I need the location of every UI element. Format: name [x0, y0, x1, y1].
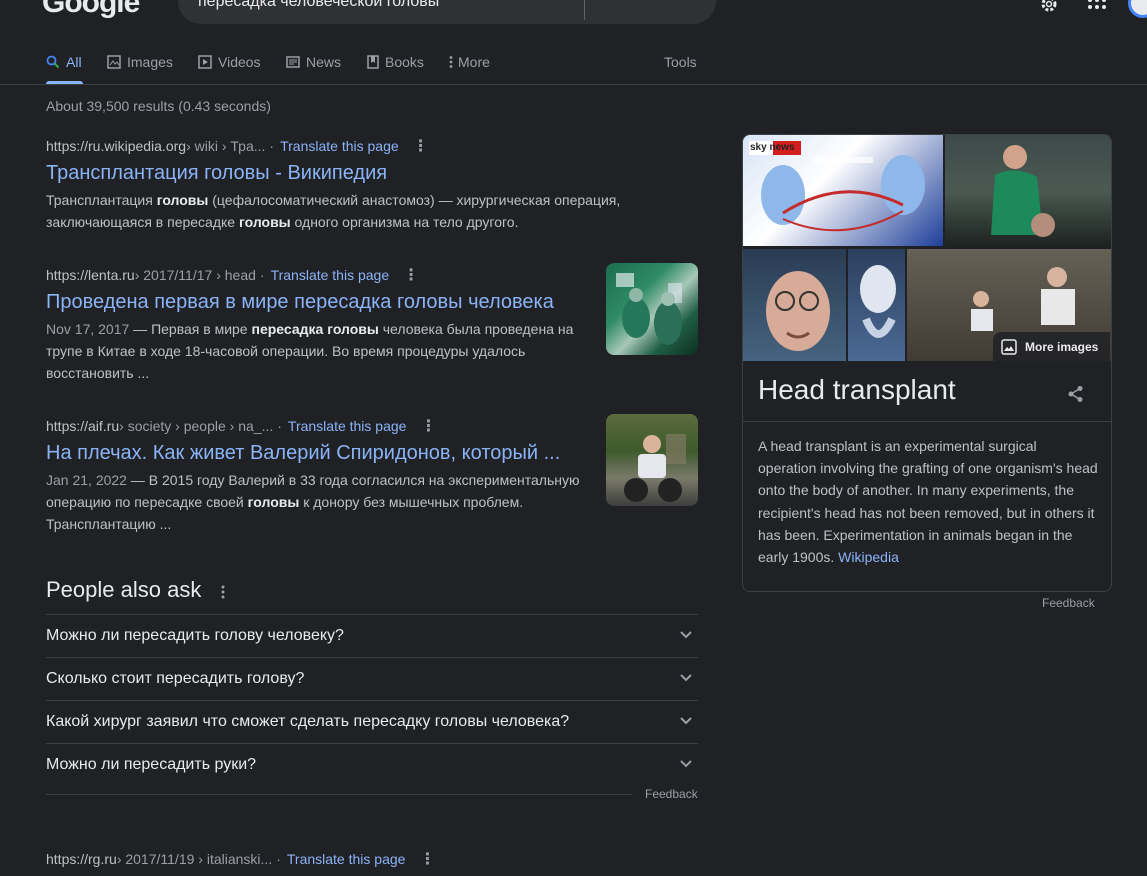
kp-image-sky-news[interactable]: sky news [743, 135, 943, 246]
paa-question[interactable]: Какой хирург заявил что сможет сделать п… [46, 700, 698, 744]
paa-feedback-link[interactable]: Feedback [645, 787, 698, 801]
tab-videos[interactable]: Videos [198, 54, 261, 70]
translate-link[interactable]: Translate this page [271, 267, 390, 283]
news-icon [286, 56, 300, 68]
kp-title: Head transplant [758, 374, 956, 405]
tab-news[interactable]: News [286, 54, 341, 70]
result-snippet: Трансплантация головы (цефалосоматически… [46, 192, 621, 230]
result-thumbnail-wheelchair[interactable] [606, 414, 698, 506]
share-icon[interactable] [1067, 385, 1085, 403]
kp-image-canavero[interactable] [743, 249, 846, 361]
kp-divider [743, 421, 1111, 422]
more-images-button[interactable]: More images [993, 332, 1110, 362]
knowledge-panel: sky news More images Head transplant A h… [742, 134, 1112, 592]
tab-images[interactable]: Images [107, 54, 173, 70]
result-thumbnail-surgery[interactable] [606, 263, 698, 355]
tab-books[interactable]: Books [367, 54, 424, 70]
result-url[interactable]: https://ru.wikipedia.org [46, 138, 186, 154]
result-cite: https://rg.ru › 2017/11/19 › italianski.… [46, 849, 435, 869]
chevron-down-icon [680, 717, 692, 725]
search-input[interactable]: пересадка человеческой головы [198, 0, 439, 14]
translate-link[interactable]: Translate this page [280, 138, 399, 154]
paa-question[interactable]: Можно ли пересадить голову человеку? [46, 614, 698, 658]
more-options-icon[interactable]: ⋮ [420, 416, 436, 436]
separator-dot: · [269, 138, 275, 154]
tab-all[interactable]: All [46, 54, 82, 70]
result-snippet: Nov 17, 2017 — Первая в мире пересадка г… [46, 321, 574, 381]
kp-feedback-link[interactable]: Feedback [1042, 596, 1095, 610]
book-icon [367, 55, 379, 69]
search-box[interactable]: пересадка человеческой головы [178, 0, 716, 24]
translate-link[interactable]: Translate this page [288, 418, 407, 434]
result-path: › wiki › Тра... [186, 138, 266, 154]
result-path: › society › people › na_... [119, 418, 274, 434]
paa-question[interactable]: Сколько стоит пересадить голову? [46, 657, 698, 701]
separator-dot: · [259, 267, 265, 283]
wikipedia-link[interactable]: Wikipedia [838, 549, 899, 565]
result-path: › 2017/11/17 › head [134, 267, 256, 283]
more-options-icon[interactable]: ⋮ [413, 136, 429, 156]
result-cite: https://lenta.ru › 2017/11/17 › head · T… [46, 265, 419, 285]
result-stats: About 39,500 results (0.43 seconds) [46, 98, 271, 114]
tab-more[interactable]: More [448, 54, 490, 70]
result-cite: https://ru.wikipedia.org › wiki › Тра...… [46, 136, 429, 156]
tabs-divider [0, 84, 1147, 85]
more-vert-icon [449, 56, 453, 68]
result-title[interactable]: На плечах. Как живет Валерий Спиридонов,… [46, 440, 560, 466]
search-icon [46, 55, 60, 69]
avatar[interactable] [1128, 0, 1147, 18]
more-options-icon[interactable] [220, 584, 226, 600]
result-url[interactable]: https://lenta.ru [46, 267, 135, 283]
settings-icon[interactable] [1038, 0, 1060, 18]
play-icon [198, 55, 212, 69]
tools-button[interactable]: Tools [664, 54, 697, 70]
result-title[interactable]: Трансплантация головы - Википедия [46, 160, 387, 186]
separator-dot: · [276, 851, 281, 867]
chevron-down-icon [680, 760, 692, 768]
result-url[interactable]: https://aif.ru [46, 418, 119, 434]
kp-image-skull[interactable] [848, 249, 905, 361]
image-icon [107, 55, 121, 69]
result-url[interactable]: https://rg.ru [46, 851, 117, 867]
searchbox-divider [584, 0, 585, 20]
sky-news-logo: sky news [750, 142, 795, 153]
kp-image-surgeon[interactable] [945, 135, 1111, 246]
apps-grid-icon[interactable] [1086, 0, 1108, 18]
paa-question[interactable]: Можно ли пересадить руки? [46, 743, 698, 787]
paa-divider [46, 794, 632, 795]
separator-dot: · [277, 418, 282, 434]
more-options-icon[interactable]: ⋮ [419, 849, 435, 869]
google-logo[interactable]: Google [42, 0, 140, 20]
chevron-down-icon [680, 674, 692, 682]
people-also-ask-title: People also ask [46, 577, 202, 602]
result-path: › 2017/11/19 › italianski... [116, 851, 273, 867]
result-snippet: Jan 21, 2022 — В 2015 году Валерий в 33 … [46, 472, 580, 532]
chevron-down-icon [680, 631, 692, 639]
result-cite: https://aif.ru › society › people › na_.… [46, 416, 436, 436]
kp-description: A head transplant is an experimental sur… [758, 438, 1098, 566]
more-options-icon[interactable]: ⋮ [403, 265, 419, 285]
result-title[interactable]: Проведена первая в мире пересадка головы… [46, 289, 554, 315]
translate-link[interactable]: Translate this page [287, 851, 406, 867]
image-icon [1001, 339, 1017, 355]
